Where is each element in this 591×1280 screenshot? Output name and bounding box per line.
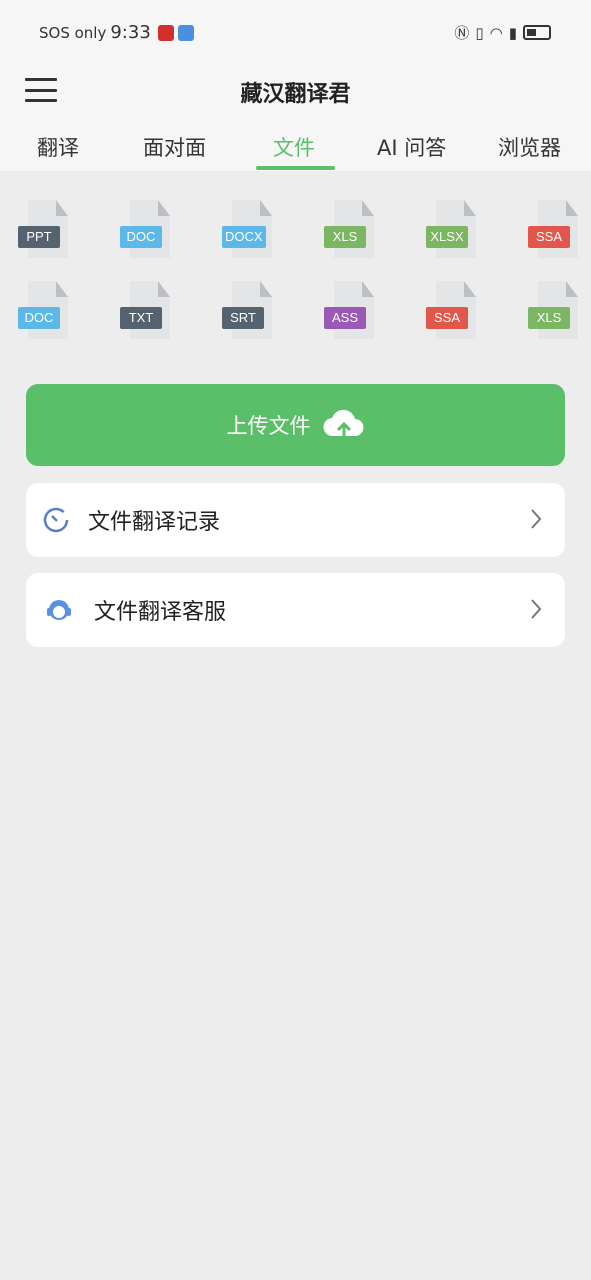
wifi-icon: ◠: [489, 23, 503, 42]
tab-bar: 翻译 面对面 文件 AI 问答 浏览器: [0, 122, 591, 171]
file-type-label: SSA: [426, 307, 468, 329]
upload-file-button[interactable]: 上传文件: [26, 384, 565, 466]
file-type-label: XLS: [528, 307, 570, 329]
file-type-label: DOC: [120, 226, 162, 248]
file-type-label: DOCX: [222, 226, 266, 248]
file-type-icon: XLS: [324, 200, 374, 258]
status-bar: SOS only 9:33 Ⓝ ▯ ◠ ▮: [0, 0, 591, 66]
tab-browser[interactable]: 浏览器: [498, 132, 561, 162]
file-type-icon: TXT: [120, 281, 170, 339]
tab-face-to-face[interactable]: 面对面: [143, 132, 206, 162]
vibrate-icon: ▯: [475, 23, 484, 42]
app-notification-icon: [157, 24, 174, 41]
headset-icon: [47, 600, 71, 620]
file-type-icon: SRT: [222, 281, 272, 339]
file-type-label: PPT: [18, 226, 60, 248]
file-type-label: ASS: [324, 307, 366, 329]
file-type-icon: ASS: [324, 281, 374, 339]
nfc-icon: Ⓝ: [454, 24, 470, 42]
menu-label: 文件翻译记录: [88, 510, 221, 535]
battery-icon: [523, 25, 551, 40]
timer-icon: [43, 507, 69, 533]
tab-translate[interactable]: 翻译: [37, 132, 79, 162]
file-type-icon: XLS: [528, 281, 578, 339]
file-type-label: SSA: [528, 226, 570, 248]
file-type-label: XLS: [324, 226, 366, 248]
clock: 9:33: [110, 22, 151, 43]
app-header: 藏汉翻译君: [0, 66, 591, 122]
cloud-upload-icon: [322, 409, 363, 440]
carrier-text: SOS only: [39, 23, 107, 42]
file-type-icon: PPT: [18, 200, 68, 258]
file-type-label: DOC: [18, 307, 60, 329]
file-type-label: XLSX: [426, 226, 468, 248]
file-translation-history-item[interactable]: 文件翻译记录: [26, 483, 565, 557]
active-tab-indicator: [256, 166, 335, 170]
page-title: 藏汉翻译君: [240, 82, 351, 107]
tab-ai-qa[interactable]: AI 问答: [377, 132, 446, 162]
file-type-icon: SSA: [528, 200, 578, 258]
file-type-icon: DOC: [18, 281, 68, 339]
upload-label: 上传文件: [226, 414, 311, 438]
menu-label: 文件翻译客服: [94, 600, 227, 625]
chevron-right-icon: [531, 509, 542, 529]
tab-file[interactable]: 文件: [273, 132, 315, 162]
file-type-label: SRT: [222, 307, 264, 329]
file-type-icon: SSA: [426, 281, 476, 339]
chevron-right-icon: [531, 599, 542, 619]
app-notification-icon: [177, 24, 194, 41]
file-translation-support-item[interactable]: 文件翻译客服: [26, 573, 565, 647]
alert-icon: ▮: [508, 23, 517, 42]
file-type-icon: XLSX: [426, 200, 476, 258]
file-type-label: TXT: [120, 307, 162, 329]
file-type-icon: DOC: [120, 200, 170, 258]
file-type-icon: DOCX: [222, 200, 272, 258]
